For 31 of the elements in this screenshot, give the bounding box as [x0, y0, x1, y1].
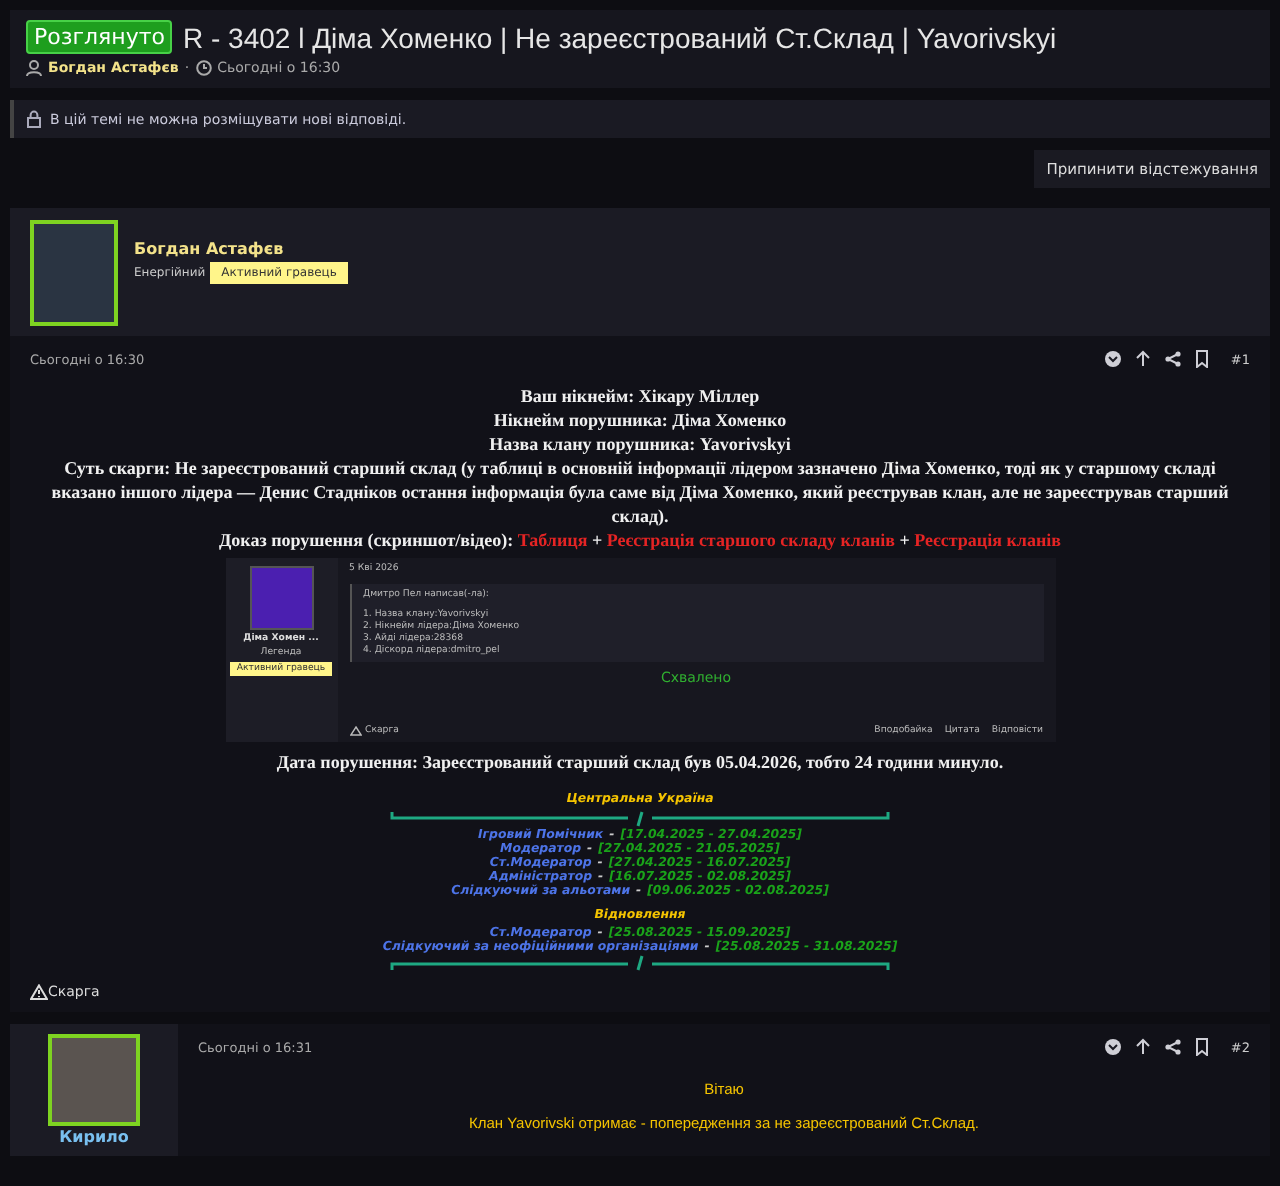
- share-icon: [1164, 1038, 1183, 1056]
- share-icon: [1164, 350, 1183, 368]
- username[interactable]: Кирило: [59, 1128, 129, 1146]
- plus-sign: +: [897, 530, 912, 550]
- post-text: Назва клану порушника: Yavorivskyi: [489, 432, 791, 456]
- plus-sign: +: [589, 530, 605, 550]
- username[interactable]: Богдан Астафєв: [134, 240, 349, 258]
- warning-icon: [349, 726, 361, 736]
- evidence-link[interactable]: Реєстрація кланів: [914, 530, 1062, 550]
- reaction-icon: [1104, 350, 1123, 368]
- up-arrow-icon: [1134, 350, 1153, 368]
- evidence-label: Доказ порушення (скриншот/відео):: [218, 530, 516, 550]
- thread-title: R - 3402 l Діма Хоменко | Не зареєстрований Ст.Склад | Yavorivskyi: [182, 21, 1057, 53]
- clock-icon: [195, 60, 212, 76]
- avatar-photo-placeholder: [48, 1034, 140, 1126]
- avatar-logo-placeholder: [249, 566, 313, 630]
- post-text: Нікнейм порушника: Діма Хоменко: [493, 408, 787, 432]
- post-text: Ваш нікнейм: Хікару Міллер: [520, 384, 760, 408]
- bookmark-icon: [1194, 1038, 1211, 1056]
- reaction-icon: [1104, 1038, 1123, 1056]
- evidence-link[interactable]: Реєстрація старшого складу кланів: [606, 530, 895, 550]
- post-text: Суть скарги: Не зареєстрований старший склад (у таблиці в основній інформації лідером зазначено Діма Хоменко, тоді як у старшому складі вказано іншого лідера — Денис Стадніков остання інформація була саме від Діма Хоменко, який реєстрував клан, але не зареєстрував старший склад).: [49, 456, 1231, 528]
- status-label: Розглянуто: [26, 20, 173, 54]
- post-text: Дата порушення: Зареєстрований старший склад був 05.04.2026, тобто 24 години минуло.: [276, 750, 1004, 774]
- user-icon: [26, 60, 42, 76]
- lock-icon: [26, 110, 42, 128]
- warning-icon: [30, 984, 48, 1000]
- avatar-photo-placeholder: [30, 220, 118, 326]
- evidence-link[interactable]: Таблиця: [517, 530, 588, 550]
- up-arrow-icon: [1134, 1038, 1153, 1056]
- bookmark-icon: [1194, 350, 1211, 368]
